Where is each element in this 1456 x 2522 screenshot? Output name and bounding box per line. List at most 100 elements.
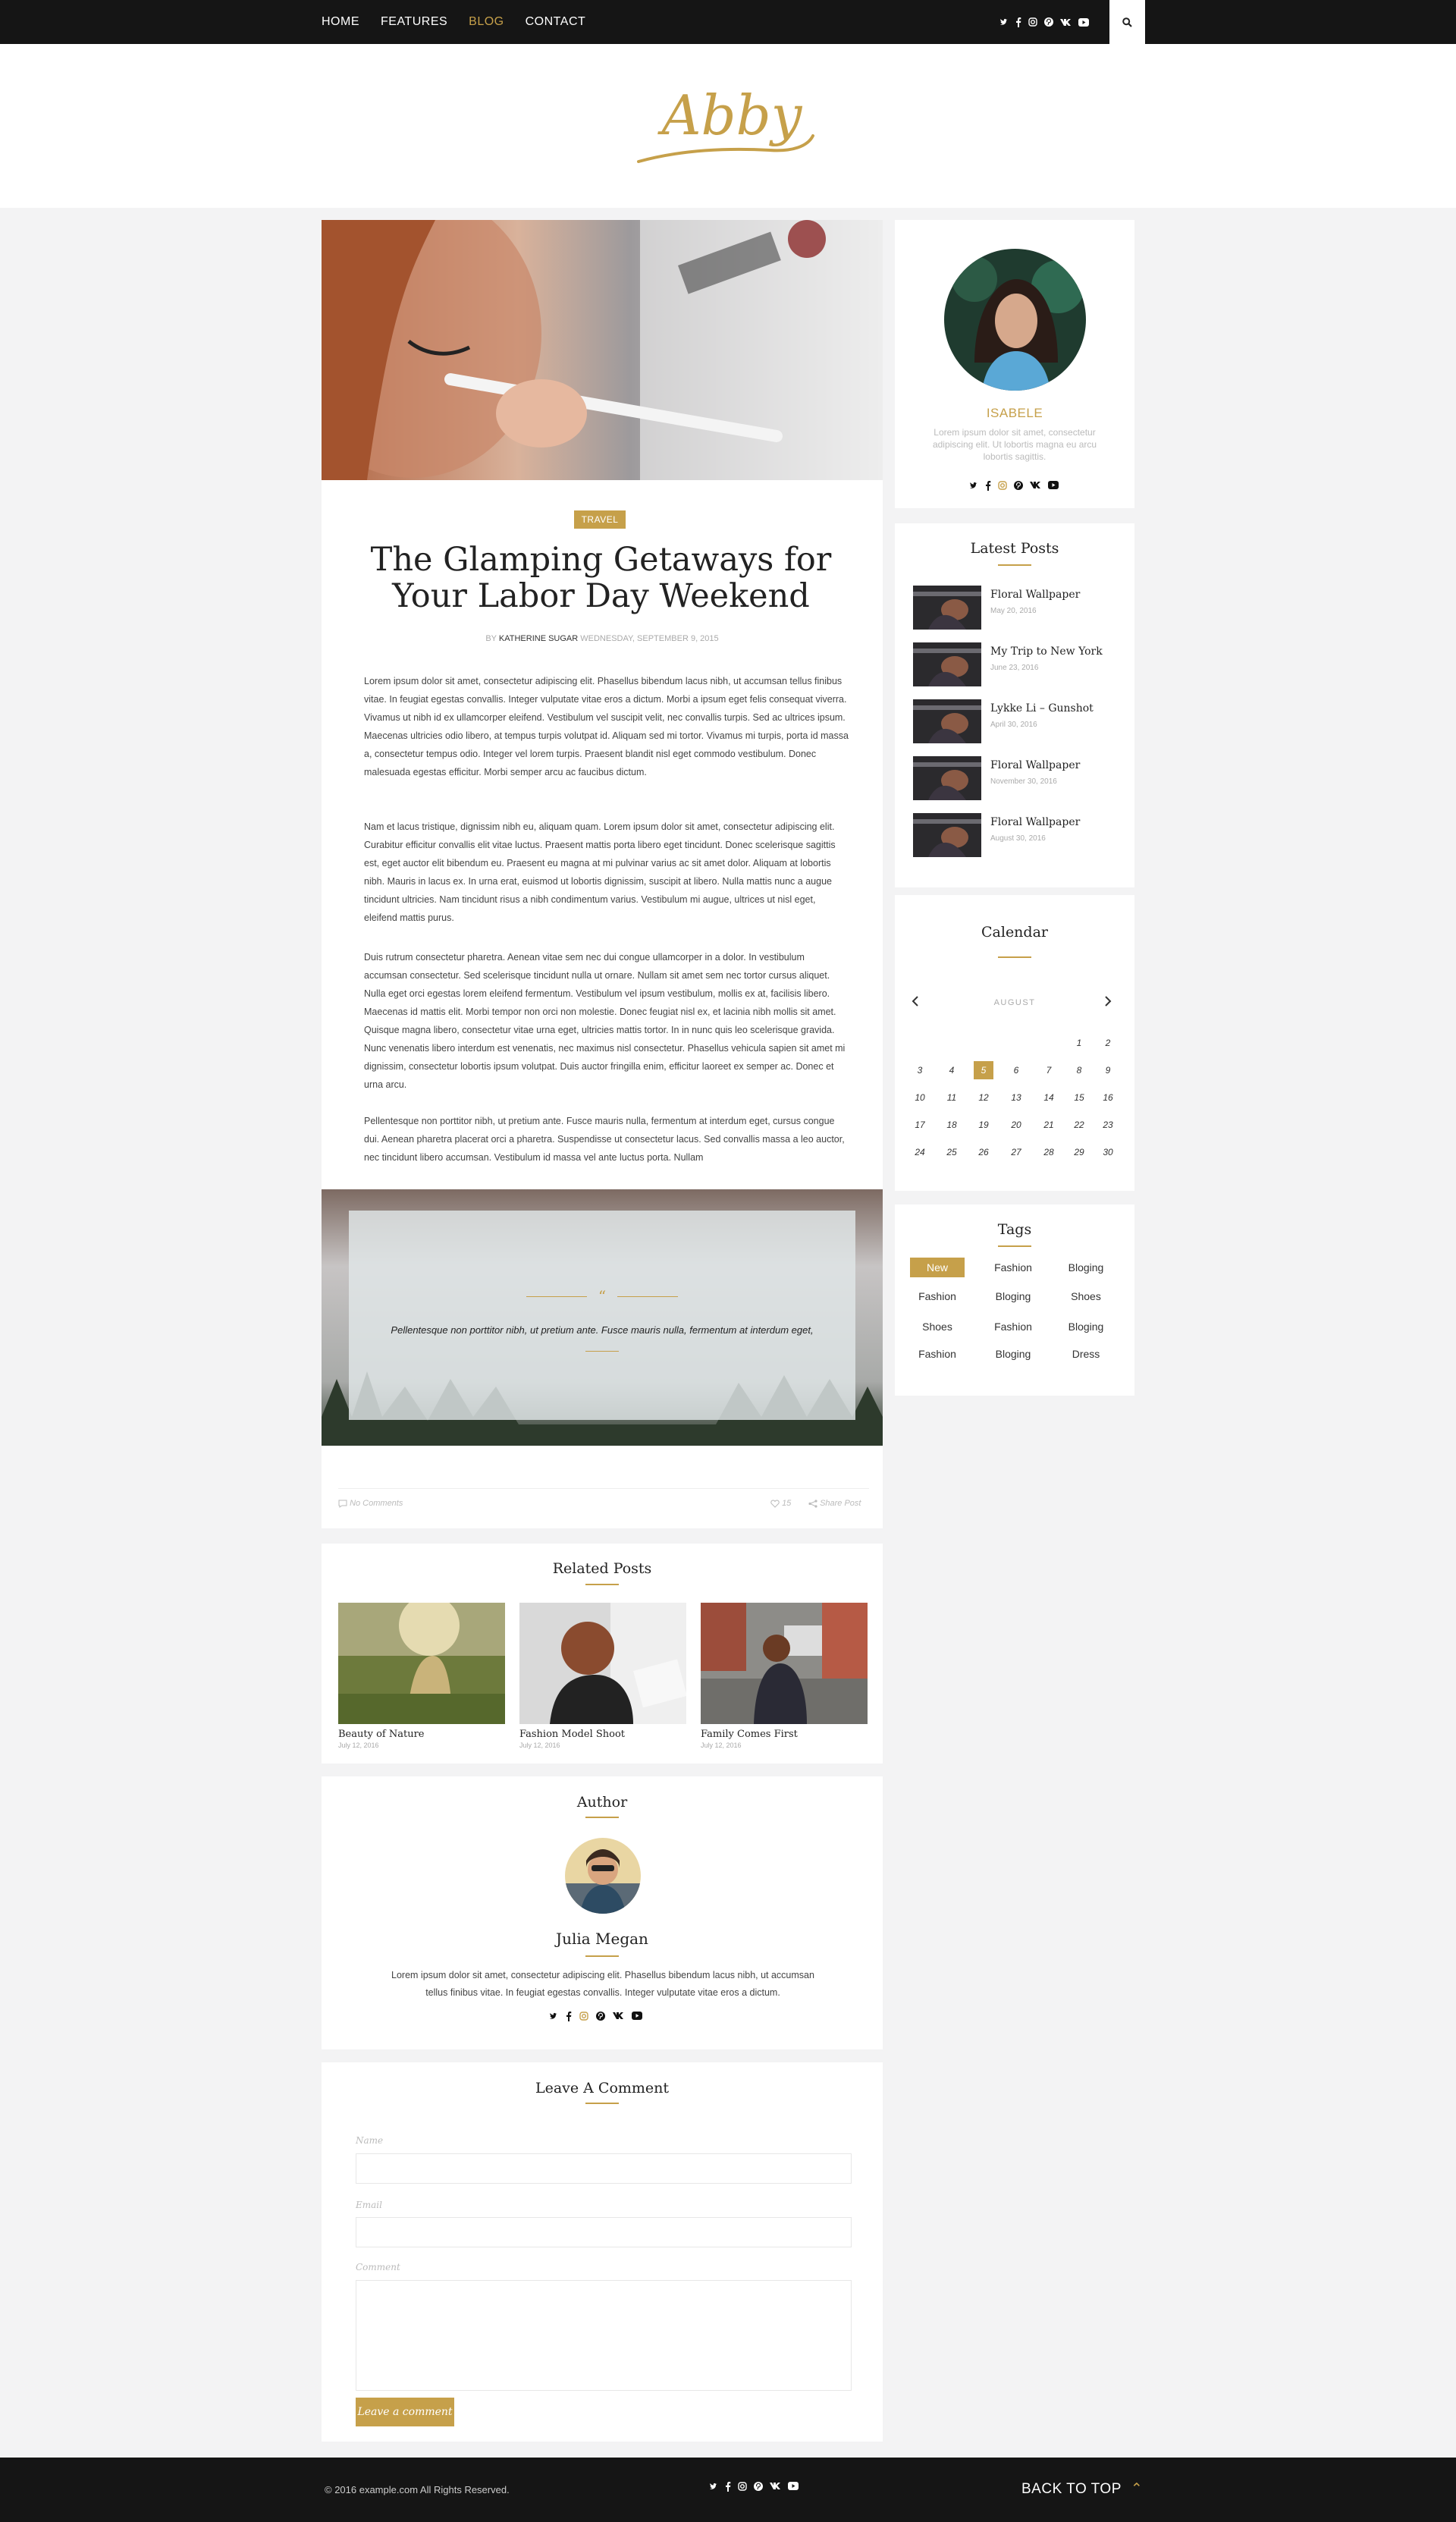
- latest-post-title[interactable]: Floral Wallpaper: [990, 816, 1080, 828]
- calendar-day[interactable]: 27: [1005, 1147, 1028, 1157]
- nav-item-features[interactable]: FEATURES: [381, 15, 447, 29]
- leave-comment-button[interactable]: Leave a comment: [356, 2398, 454, 2426]
- search-button[interactable]: [1109, 0, 1145, 44]
- related-post-card[interactable]: Family Comes First July 12, 2016: [701, 1603, 868, 1749]
- twitter-icon[interactable]: [709, 2482, 718, 2491]
- calendar-day[interactable]: 1: [1068, 1038, 1090, 1048]
- tag-item[interactable]: Dress: [1059, 1344, 1113, 1364]
- comment-textarea[interactable]: [356, 2280, 852, 2391]
- tag-item[interactable]: Fashion: [910, 1286, 965, 1306]
- latest-post-item[interactable]: Floral Wallpaper November 30, 2016: [913, 755, 1118, 800]
- pinterest-icon[interactable]: [1044, 17, 1053, 27]
- calendar-day[interactable]: 7: [1037, 1065, 1060, 1076]
- tag-item[interactable]: Bloging: [1059, 1258, 1113, 1277]
- email-input[interactable]: [356, 2217, 852, 2247]
- calendar-day[interactable]: 10: [908, 1092, 931, 1103]
- latest-post-thumbnail[interactable]: [913, 813, 981, 857]
- related-post-card[interactable]: Beauty of Nature July 12, 2016: [338, 1603, 505, 1749]
- author-name[interactable]: Julia Megan: [322, 1930, 883, 1948]
- latest-post-thumbnail[interactable]: [913, 642, 981, 686]
- youtube-icon[interactable]: [632, 2012, 642, 2020]
- twitter-icon[interactable]: [549, 2012, 558, 2021]
- calendar-day[interactable]: 8: [1068, 1065, 1090, 1076]
- latest-post-thumbnail[interactable]: [913, 586, 981, 630]
- calendar-next-icon[interactable]: [1104, 996, 1112, 1007]
- pinterest-icon[interactable]: [754, 2482, 763, 2491]
- tag-item[interactable]: Fashion: [986, 1258, 1040, 1277]
- calendar-day[interactable]: 4: [940, 1065, 963, 1076]
- back-to-top-button[interactable]: BACK TO TOP ⌃: [1021, 2480, 1143, 2498]
- tag-item[interactable]: New: [910, 1258, 965, 1277]
- calendar-day[interactable]: 11: [940, 1092, 963, 1103]
- tag-item[interactable]: Shoes: [910, 1317, 965, 1336]
- calendar-day[interactable]: 2: [1097, 1038, 1119, 1048]
- instagram-icon[interactable]: [579, 2012, 588, 2021]
- related-post-image[interactable]: [338, 1603, 505, 1724]
- tag-item[interactable]: Fashion: [910, 1344, 965, 1364]
- calendar-day[interactable]: 22: [1068, 1120, 1090, 1130]
- youtube-icon[interactable]: [1048, 481, 1059, 489]
- calendar-day[interactable]: 23: [1097, 1120, 1119, 1130]
- latest-post-item[interactable]: Floral Wallpaper August 30, 2016: [913, 812, 1118, 857]
- latest-post-item[interactable]: Lykke Li – Gunshot April 30, 2016: [913, 698, 1118, 743]
- latest-post-thumbnail[interactable]: [913, 756, 981, 800]
- related-post-image[interactable]: [701, 1603, 868, 1724]
- calendar-day[interactable]: 28: [1037, 1147, 1060, 1157]
- category-badge[interactable]: TRAVEL: [574, 510, 626, 529]
- calendar-day[interactable]: 9: [1097, 1065, 1119, 1076]
- tag-item[interactable]: Bloging: [1059, 1317, 1113, 1336]
- calendar-day[interactable]: 16: [1097, 1092, 1119, 1103]
- calendar-day[interactable]: 26: [972, 1147, 995, 1157]
- latest-post-title[interactable]: My Trip to New York: [990, 645, 1103, 658]
- pinterest-icon[interactable]: [596, 2012, 605, 2021]
- facebook-icon[interactable]: [985, 481, 991, 491]
- meta-author[interactable]: KATHERINE SUGAR: [499, 634, 578, 643]
- vk-icon[interactable]: [1060, 18, 1072, 26]
- nav-item-contact[interactable]: CONTACT: [526, 15, 586, 29]
- latest-post-title[interactable]: Floral Wallpaper: [990, 759, 1080, 771]
- calendar-day[interactable]: 3: [908, 1065, 931, 1076]
- calendar-day[interactable]: 15: [1068, 1092, 1090, 1103]
- like-button[interactable]: 15: [770, 1499, 791, 1508]
- nav-item-blog[interactable]: BLOG: [469, 15, 504, 29]
- calendar-day[interactable]: 19: [972, 1120, 995, 1130]
- twitter-icon[interactable]: [999, 17, 1009, 27]
- latest-post-title[interactable]: Lykke Li – Gunshot: [990, 702, 1094, 715]
- vk-icon[interactable]: [613, 2012, 624, 2019]
- tag-item[interactable]: Bloging: [986, 1286, 1040, 1306]
- related-post-card[interactable]: Fashion Model Shoot July 12, 2016: [519, 1603, 686, 1749]
- pinterest-icon[interactable]: [1014, 481, 1023, 490]
- share-post-button[interactable]: Share Post: [808, 1499, 861, 1508]
- related-post-title[interactable]: Beauty of Nature: [338, 1729, 505, 1740]
- nav-item-home[interactable]: HOME: [322, 15, 359, 29]
- related-post-title[interactable]: Fashion Model Shoot: [519, 1729, 686, 1740]
- calendar-day[interactable]: 5: [974, 1061, 993, 1079]
- tag-item[interactable]: Shoes: [1059, 1286, 1113, 1306]
- related-post-image[interactable]: [519, 1603, 686, 1724]
- profile-name[interactable]: ISABELE: [895, 406, 1134, 421]
- calendar-day[interactable]: 17: [908, 1120, 931, 1130]
- comments-link[interactable]: No Comments: [338, 1499, 403, 1508]
- site-logo[interactable]: Abby: [637, 80, 827, 178]
- related-post-title[interactable]: Family Comes First: [701, 1729, 868, 1740]
- latest-post-item[interactable]: My Trip to New York June 23, 2016: [913, 641, 1118, 686]
- calendar-day[interactable]: 21: [1037, 1120, 1060, 1130]
- youtube-icon[interactable]: [1078, 17, 1089, 27]
- instagram-icon[interactable]: [738, 2482, 747, 2491]
- facebook-icon[interactable]: [566, 2012, 572, 2021]
- vk-icon[interactable]: [1030, 481, 1041, 488]
- calendar-day[interactable]: 12: [972, 1092, 995, 1103]
- calendar-day[interactable]: 13: [1005, 1092, 1028, 1103]
- calendar-day[interactable]: 25: [940, 1147, 963, 1157]
- facebook-icon[interactable]: [725, 2482, 731, 2492]
- vk-icon[interactable]: [770, 2482, 781, 2489]
- instagram-icon[interactable]: [998, 481, 1007, 490]
- calendar-day[interactable]: 20: [1005, 1120, 1028, 1130]
- name-input[interactable]: [356, 2153, 852, 2184]
- instagram-icon[interactable]: [1028, 17, 1037, 27]
- calendar-day[interactable]: 24: [908, 1147, 931, 1157]
- latest-post-thumbnail[interactable]: [913, 699, 981, 743]
- calendar-day[interactable]: 6: [1005, 1065, 1028, 1076]
- calendar-day[interactable]: 18: [940, 1120, 963, 1130]
- twitter-icon[interactable]: [969, 481, 978, 490]
